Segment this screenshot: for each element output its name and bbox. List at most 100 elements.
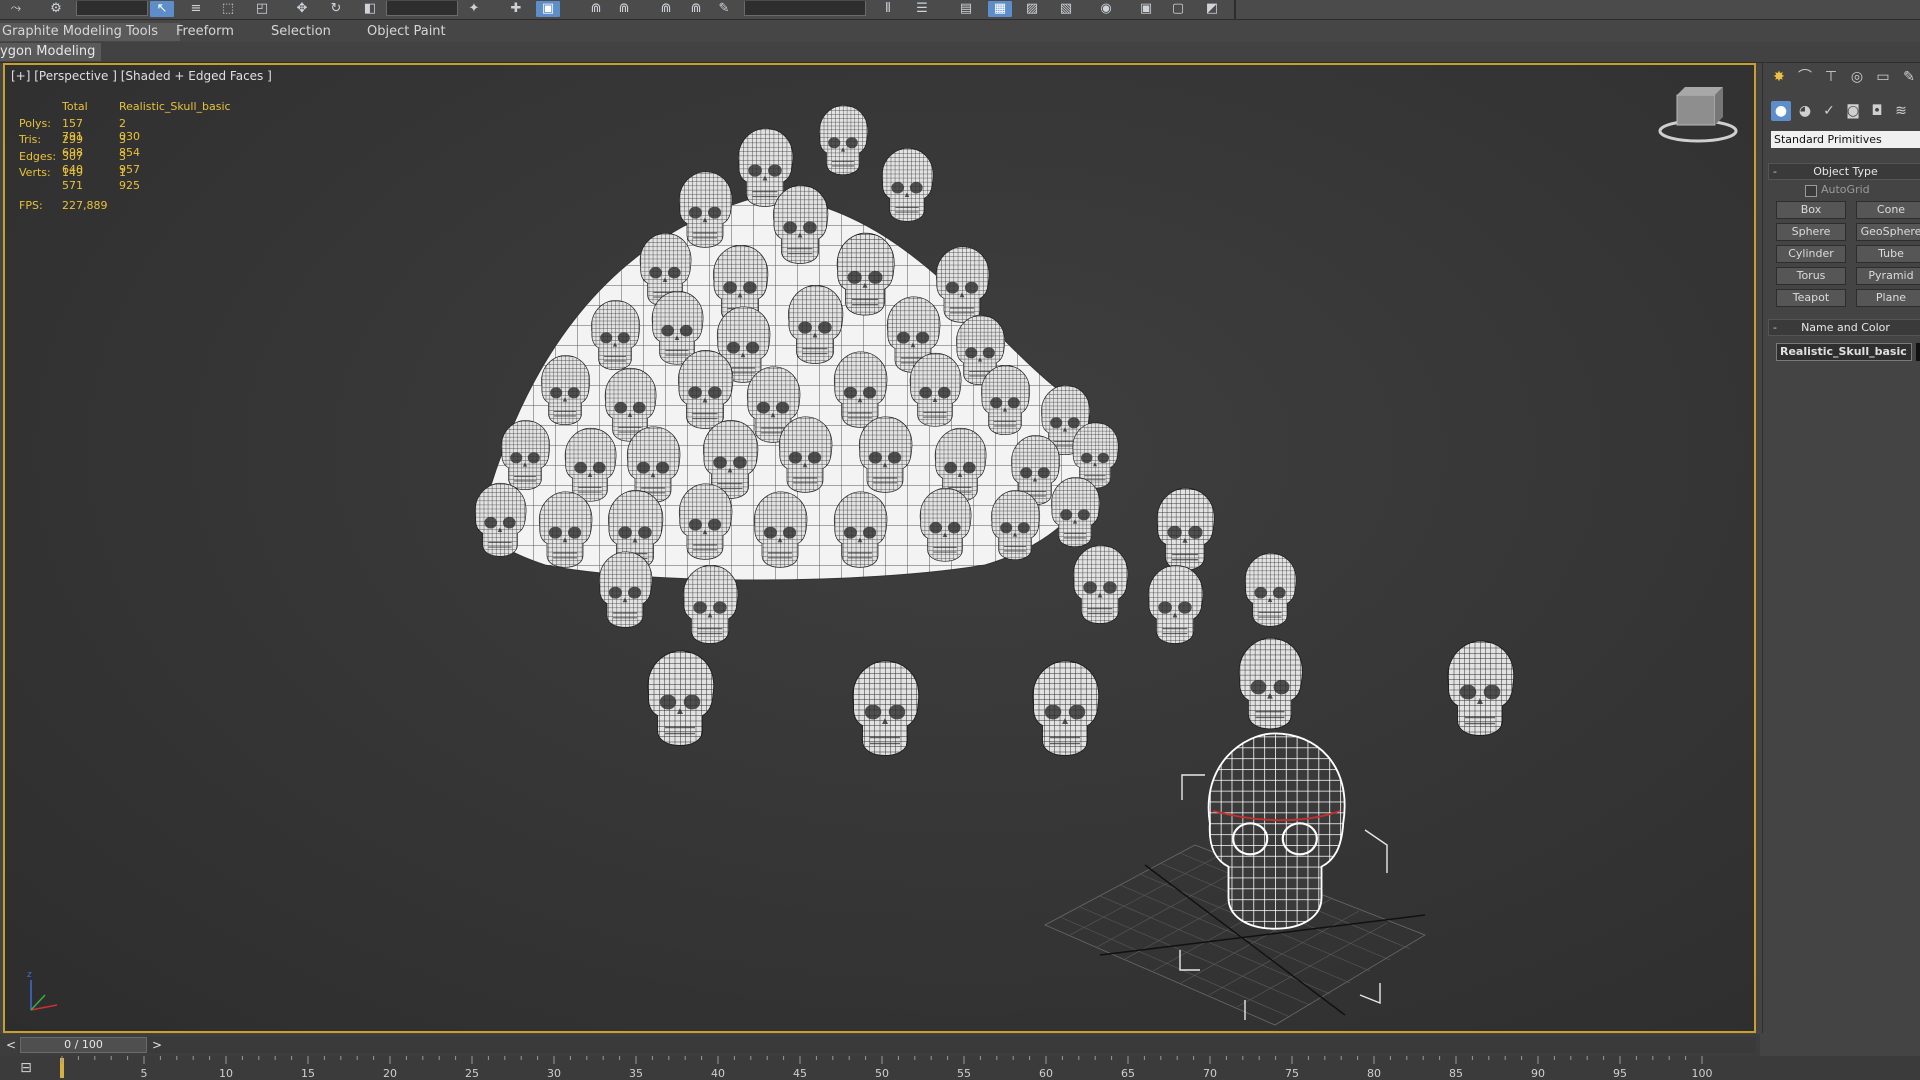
timeline-tick-label: 100 <box>1692 1067 1713 1080</box>
skull-instance[interactable] <box>1072 544 1129 625</box>
timeline-ruler[interactable]: 5 10 15 20 25 30 35 40 45 50 55 60 65 70 75 80 85 90 95 100 <box>58 1056 1758 1080</box>
percent-snap-icon[interactable]: ⋒ <box>654 1 678 17</box>
timeline-tick-label: 80 <box>1367 1067 1381 1080</box>
tab-graphite-modeling-tools[interactable]: Graphite Modeling Tools <box>0 23 181 41</box>
edit-named-selection-icon[interactable]: ✎ <box>712 1 736 17</box>
object-name-field[interactable]: Realistic_Skull_basic <box>1776 343 1912 361</box>
graphite-ribbon-toggle-icon[interactable]: ▦ <box>988 1 1012 17</box>
lights-category-icon[interactable]: ✓ <box>1819 101 1839 121</box>
box-button[interactable]: Box <box>1776 201 1846 219</box>
skull-instance[interactable] <box>935 246 990 323</box>
timeline-tick-label: 15 <box>301 1067 315 1080</box>
mirror-icon[interactable]: ⫴ <box>876 1 900 17</box>
object-type-rollout-header[interactable]: - Object Type <box>1768 163 1920 180</box>
viewport-label[interactable]: [+] [Perspective ] [Shaded + Edged Faces… <box>11 69 272 83</box>
skull-instances[interactable] <box>474 104 1515 757</box>
select-scale-icon[interactable]: ◧ <box>358 1 382 17</box>
named-selection-sets-dropdown[interactable] <box>744 1 866 16</box>
collapse-icon: - <box>1773 165 1777 178</box>
geosphere-button[interactable]: GeoSphere <box>1856 223 1920 241</box>
skull-instance[interactable] <box>1244 552 1297 627</box>
align-icon[interactable]: ☰ <box>910 1 934 17</box>
track-bar: ⊟ 5 10 15 20 25 30 35 40 45 50 55 60 65 70 75 80 85 90 95 1… <box>0 1056 1920 1080</box>
helpers-category-icon[interactable]: ◘ <box>1867 101 1887 121</box>
curve-editor-icon[interactable]: ▨ <box>1020 1 1044 17</box>
viewcube[interactable] <box>1658 87 1738 143</box>
rendered-frame-window-icon[interactable]: ▢ <box>1166 1 1190 17</box>
utilities-tab-icon[interactable]: ✎ <box>1899 67 1919 87</box>
unlink-icon[interactable]: ⤳ <box>4 1 28 17</box>
plane-button[interactable]: Plane <box>1856 289 1920 307</box>
shapes-category-icon[interactable]: ◕ <box>1795 101 1815 121</box>
hierarchy-tab-icon[interactable]: ⊤ <box>1821 67 1841 87</box>
layer-manager-icon[interactable]: ▤ <box>954 1 978 17</box>
modify-tab-icon[interactable]: ⌒ <box>1795 67 1815 87</box>
select-rotate-icon[interactable]: ↻ <box>324 1 348 17</box>
rectangular-selection-icon[interactable]: ⬚ <box>216 1 240 17</box>
autogrid-checkbox[interactable] <box>1805 185 1817 197</box>
time-slider-track[interactable] <box>18 1037 1756 1053</box>
select-move-icon[interactable]: ✥ <box>290 1 314 17</box>
main-toolbar: ⤳ ⚙ ↖ ≡ ⬚ ◰ ✥ ↻ ◧ ✦ ✚ ▣ ⋒ ⋒ ⋒ ⋒ ✎ ⫴ ☰ ▤ … <box>0 0 1920 20</box>
skull-instance[interactable] <box>881 147 934 222</box>
angle-snap-icon[interactable]: ⋒ <box>612 1 636 17</box>
cylinder-button[interactable]: Cylinder <box>1776 245 1846 263</box>
schematic-view-icon[interactable]: ▧ <box>1054 1 1078 17</box>
snaps-toggle-icon[interactable]: ⋒ <box>584 1 608 17</box>
tab-freeform[interactable]: Freeform <box>176 23 234 41</box>
select-object-icon[interactable]: ↖ <box>150 1 174 17</box>
selection-filter-dropdown[interactable] <box>76 1 148 16</box>
pyramid-button[interactable]: Pyramid <box>1856 267 1920 285</box>
select-by-name-icon[interactable]: ≡ <box>184 1 208 17</box>
tab-object-paint[interactable]: Object Paint <box>367 23 446 41</box>
geometry-category-icon[interactable]: ● <box>1771 101 1791 121</box>
skull-instance[interactable] <box>598 551 653 629</box>
skull-instance[interactable] <box>990 489 1041 561</box>
previous-frame-button[interactable]: < <box>4 1037 18 1053</box>
skull-instance[interactable] <box>852 660 920 757</box>
torus-button[interactable]: Torus <box>1776 267 1846 285</box>
scene-canvas[interactable]: z <box>5 65 1754 1031</box>
tube-button[interactable]: Tube <box>1856 245 1920 263</box>
polygon-modeling-panel-tab[interactable]: ygon Modeling <box>0 43 102 61</box>
bind-space-warp-icon[interactable]: ⚙ <box>44 1 68 17</box>
create-tab-icon[interactable]: ✸ <box>1769 67 1789 87</box>
pivot-center-icon[interactable]: ✦ <box>462 1 486 17</box>
skull-instance[interactable] <box>1147 564 1204 645</box>
stats-object: 1 925 <box>119 166 140 192</box>
skull-instance[interactable] <box>1238 637 1304 730</box>
window-crossing-icon[interactable]: ◰ <box>250 1 274 17</box>
motion-tab-icon[interactable]: ◎ <box>1847 67 1867 87</box>
cameras-category-icon[interactable]: ◙ <box>1843 101 1863 121</box>
skull-instance[interactable] <box>647 650 715 747</box>
skull-instance[interactable] <box>682 564 739 645</box>
skull-instance[interactable] <box>818 104 869 176</box>
teapot-button[interactable]: Teapot <box>1776 289 1846 307</box>
name-and-color-rollout-header[interactable]: - Name and Color <box>1768 319 1920 336</box>
reference-coordinate-dropdown[interactable] <box>386 1 458 16</box>
perspective-viewport[interactable]: z [+] [Perspective ] [Shaded + Edged Fac… <box>3 63 1756 1033</box>
selected-skull-realistic-skull-basic[interactable] <box>1044 732 1426 1026</box>
render-setup-icon[interactable]: ▣ <box>1134 1 1158 17</box>
tab-selection[interactable]: Selection <box>271 23 331 41</box>
cone-button[interactable]: Cone <box>1856 201 1920 219</box>
timeline-ticks <box>61 1056 1703 1064</box>
spinner-snap-icon[interactable]: ⋒ <box>684 1 708 17</box>
space-warps-category-icon[interactable]: ≋ <box>1891 101 1911 121</box>
object-color-swatch[interactable] <box>1916 343 1920 361</box>
mini-curve-editor-icon[interactable]: ⊟ <box>16 1059 36 1077</box>
display-tab-icon[interactable]: ▭ <box>1873 67 1893 87</box>
skull-instance[interactable] <box>1156 487 1215 571</box>
keyboard-shortcut-toggle-icon[interactable]: ▣ <box>536 1 560 17</box>
time-slider-thumb[interactable]: 0 / 100 <box>20 1037 147 1053</box>
sphere-button[interactable]: Sphere <box>1776 223 1846 241</box>
stats-label: Tris: <box>19 133 42 146</box>
object-category-dropdown[interactable]: Standard Primitives <box>1771 131 1920 148</box>
skull-instance[interactable] <box>1447 640 1515 737</box>
skull-instance[interactable] <box>1050 476 1101 548</box>
select-manipulate-icon[interactable]: ✚ <box>504 1 528 17</box>
skull-instance[interactable] <box>1032 660 1100 757</box>
next-frame-button[interactable]: > <box>150 1037 164 1053</box>
render-production-icon[interactable]: ◩ <box>1200 1 1224 17</box>
material-editor-icon[interactable]: ◉ <box>1094 1 1118 17</box>
